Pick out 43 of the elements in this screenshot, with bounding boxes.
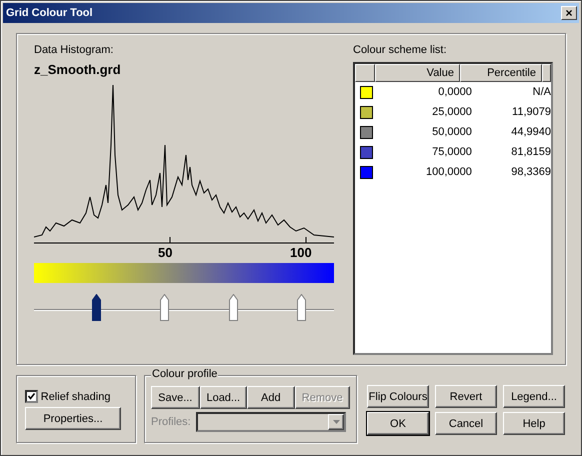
percentile-cell-text: 44,9940: [510, 126, 551, 138]
colour-swatch[interactable]: [360, 146, 373, 158]
percentile-cell-text: N/A: [532, 86, 551, 98]
axis-label: 50: [158, 245, 172, 260]
slider-thumb[interactable]: [297, 294, 306, 321]
group-title: Colour profile: [151, 368, 218, 380]
slider-thumb[interactable]: [92, 294, 102, 321]
check-icon: [28, 393, 35, 400]
value-cell-text: 75,0000: [431, 146, 472, 158]
percentile-cell-text: 98,3369: [510, 166, 551, 178]
profiles-label: Profiles:: [151, 416, 191, 428]
checkbox-label: Relief shading: [40, 390, 110, 402]
axis-label: 100: [290, 245, 312, 260]
profiles-dropdown[interactable]: [196, 412, 346, 432]
column-header[interactable]: [542, 64, 551, 82]
slider-thumb[interactable]: [228, 294, 238, 321]
list-label: Colour scheme list:: [353, 44, 448, 56]
revert-button[interactable]: Revert: [435, 385, 497, 408]
value-cell-text: 100,0000: [425, 166, 472, 178]
value-cell-text: 0,0000: [437, 86, 472, 98]
checkbox[interactable]: [25, 390, 38, 403]
colour-swatch[interactable]: [360, 106, 373, 118]
file-name: z_Smooth.grd: [34, 62, 122, 77]
properties-button[interactable]: Properties...: [25, 407, 121, 430]
legend-button[interactable]: Legend...: [503, 385, 565, 408]
colour-swatch[interactable]: [360, 86, 373, 98]
window-title: Grid Colour Tool: [6, 7, 93, 19]
help-button[interactable]: Help: [503, 412, 565, 435]
colour-swatch[interactable]: [360, 166, 373, 178]
colour-swatch[interactable]: [360, 126, 373, 138]
value-cell-text: 25,0000: [431, 106, 472, 118]
cancel-button[interactable]: Cancel: [435, 412, 497, 435]
histogram-label: Data Histogram:: [34, 44, 114, 56]
ok-button[interactable]: OK: [367, 412, 429, 435]
percentile-cell-text: 81,8159: [510, 146, 551, 158]
percentile-cell-text: 11,9079: [511, 106, 551, 118]
close-button[interactable]: ×: [561, 6, 577, 20]
column-header[interactable]: Value: [375, 64, 460, 82]
value-cell-text: 50,0000: [431, 126, 472, 138]
flip-colours-button[interactable]: Flip Colours: [367, 385, 429, 408]
column-header[interactable]: [355, 64, 375, 82]
slider-thumb[interactable]: [160, 294, 169, 321]
column-header[interactable]: Percentile: [460, 64, 542, 82]
